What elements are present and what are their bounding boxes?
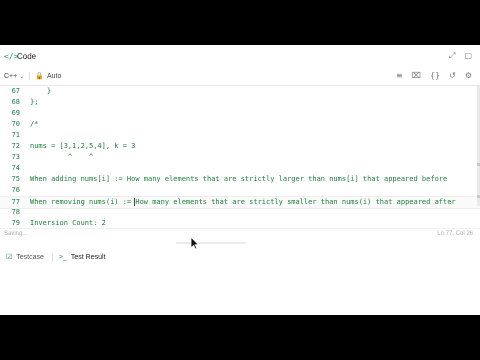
lock-icon: 🔒	[35, 73, 44, 80]
status-bar: Saving... Ln 77, Col 26	[0, 228, 480, 241]
code-editor[interactable]: 67 } 68}; 69 70/* 71 72 nums = [3,1,2,5,4…	[0, 86, 480, 235]
settings-icon[interactable]: ⚙	[465, 71, 472, 81]
expand-icon[interactable]: ⤢	[449, 51, 455, 61]
braces-icon[interactable]: {}	[430, 71, 440, 81]
code-line: 70/*	[11, 120, 39, 128]
tab-test-result[interactable]: >_ Test Result	[59, 254, 106, 261]
autosave-mode[interactable]: Auto	[47, 73, 61, 80]
toolbar-divider	[29, 72, 31, 80]
code-line: 71	[11, 131, 20, 139]
resize-handle[interactable]	[176, 242, 246, 244]
panel-header: </> Code ⤢ ▢	[0, 45, 480, 67]
cursor-position: Ln 77, Col 26	[437, 231, 473, 237]
code-line: 78	[11, 208, 20, 216]
code-line: 72 nums = [3,1,2,5,4], k = 3	[11, 142, 136, 150]
bookmark-icon[interactable]: ⌧	[412, 71, 421, 81]
chevron-down-icon[interactable]: ⌄	[19, 73, 24, 80]
code-line: 67 }	[11, 87, 52, 95]
code-line: 68};	[11, 98, 39, 106]
format-icon[interactable]: ≡	[396, 71, 403, 81]
tab-divider	[51, 252, 53, 262]
code-panel: </> Code ⤢ ▢ C++ ⌄ 🔒 Auto ≡ ⌧ {} ↺ ⚙ 67 …	[0, 45, 480, 315]
terminal-icon: >_	[58, 253, 67, 261]
code-line: 76	[11, 186, 20, 194]
code-icon: </>	[4, 51, 19, 61]
undo-icon[interactable]: ↺	[449, 71, 456, 81]
code-line: 74	[11, 164, 20, 172]
mouse-cursor-icon	[190, 236, 200, 250]
language-select[interactable]: C++	[4, 73, 17, 80]
bottom-tabs: ☑ Testcase >_ Test Result	[0, 250, 480, 264]
maximize-icon[interactable]: ▢	[464, 51, 472, 61]
code-line: 75 When adding nums[i] := How many elemen…	[11, 175, 448, 183]
save-status: Saving...	[4, 231, 28, 237]
tab-testcase[interactable]: ☑ Testcase	[6, 252, 53, 262]
code-line: 73 ^ ^	[11, 153, 94, 161]
panel-title: Code	[17, 51, 37, 61]
editor-toolbar: C++ ⌄ 🔒 Auto ≡ ⌧ {} ↺ ⚙	[0, 67, 480, 86]
code-line: 69	[11, 109, 20, 117]
checkbox-icon: ☑	[6, 254, 13, 261]
